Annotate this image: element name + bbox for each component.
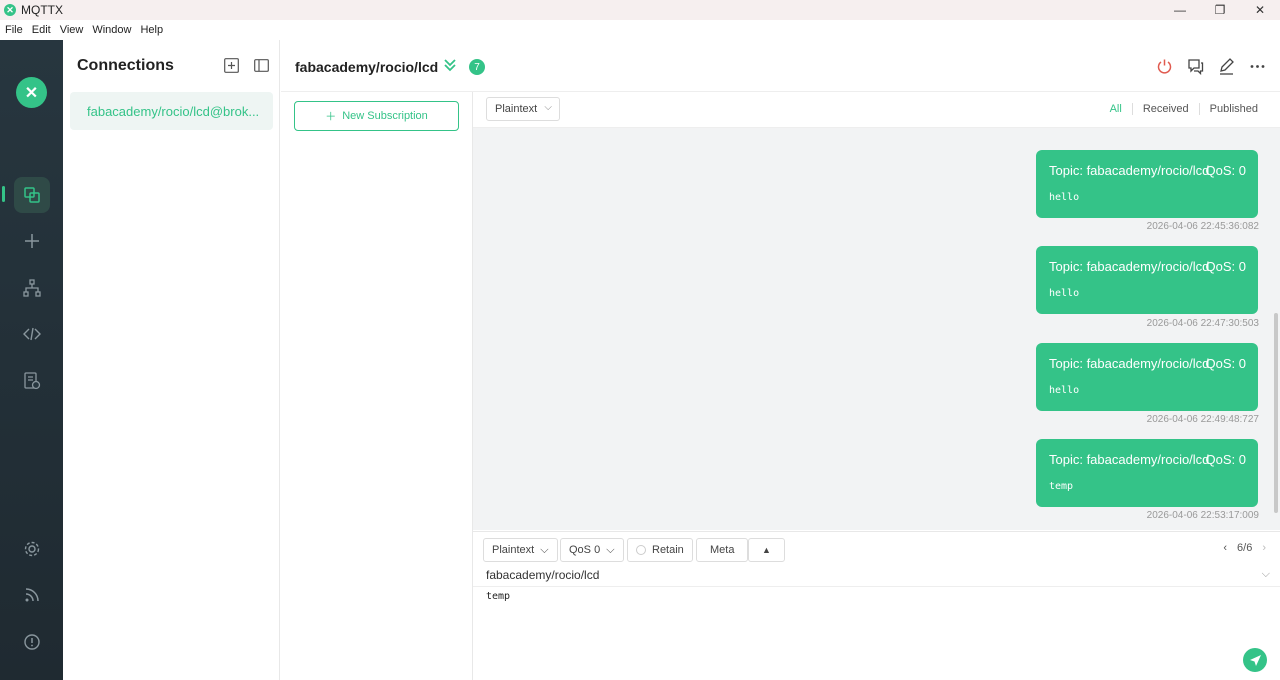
- active-indicator: [2, 186, 5, 202]
- message-filters: All Received Published: [1100, 103, 1268, 115]
- message-bubble[interactable]: Topic: fabacademy/rocio/lcd QoS: 0 hello: [1036, 246, 1258, 314]
- scrollbar[interactable]: [1274, 313, 1278, 513]
- menu-help[interactable]: Help: [140, 24, 163, 36]
- filter-all[interactable]: All: [1100, 103, 1132, 115]
- new-connection-icon[interactable]: [223, 57, 239, 73]
- message-time: 2026-04-06 22:49:48:727: [1146, 414, 1259, 425]
- window-title: MQTTX: [21, 3, 63, 17]
- add-icon[interactable]: [14, 223, 50, 259]
- message-qos: QoS: 0: [1205, 163, 1246, 178]
- message-qos: QoS: 0: [1205, 259, 1246, 274]
- retain-radio-icon: [636, 545, 646, 555]
- send-button[interactable]: [1243, 648, 1267, 672]
- message-bubble[interactable]: Topic: fabacademy/rocio/lcd QoS: 0 hello: [1036, 343, 1258, 411]
- chevron-down-icon[interactable]: ⌵: [1262, 568, 1270, 581]
- message-payload: hello: [1049, 385, 1080, 396]
- connections-icon[interactable]: [14, 177, 50, 213]
- close-button[interactable]: ✕: [1240, 0, 1280, 20]
- collapse-chevron-icon[interactable]: [443, 57, 457, 73]
- menu-view[interactable]: View: [60, 24, 84, 36]
- menu-edit[interactable]: Edit: [32, 24, 51, 36]
- toggle-panel-icon[interactable]: [253, 57, 269, 73]
- meta-button[interactable]: Meta: [696, 538, 749, 562]
- message-topic: Topic: fabacademy/rocio/lcd: [1049, 259, 1210, 274]
- message-topic: Topic: fabacademy/rocio/lcd: [1049, 163, 1210, 178]
- title-bar: ✕ MQTTX — ❐ ✕: [0, 0, 1280, 20]
- payload-format-select[interactable]: Plaintext ⌵: [486, 97, 560, 121]
- connections-panel: Connections fabacademy/rocio/lcd@brok...: [63, 40, 280, 680]
- message-bubble[interactable]: Topic: fabacademy/rocio/lcd QoS: 0 hello: [1036, 150, 1258, 218]
- message-payload: hello: [1049, 288, 1080, 299]
- minimize-button[interactable]: —: [1160, 0, 1200, 20]
- chevron-down-icon: ⌵: [606, 543, 615, 556]
- retain-label: Retain: [652, 544, 684, 556]
- message-payload: hello: [1049, 192, 1080, 203]
- log-icon[interactable]: [14, 363, 50, 399]
- publish-payload-editor[interactable]: temp: [473, 588, 1280, 680]
- topology-icon[interactable]: [14, 270, 50, 306]
- expand-button[interactable]: ▲: [748, 538, 785, 562]
- edit-icon[interactable]: [1217, 57, 1235, 75]
- window-controls: — ❐ ✕: [1160, 0, 1280, 20]
- message-time: 2026-04-06 22:47:30:503: [1146, 318, 1259, 329]
- publish-topic-input[interactable]: fabacademy/rocio/lcd ⌵: [473, 565, 1280, 587]
- settings-icon[interactable]: [14, 531, 50, 567]
- history-pager: ‹ 6/6 ›: [1223, 542, 1266, 554]
- publish-payload-value: temp: [486, 591, 511, 602]
- pager-value: 6/6: [1237, 542, 1253, 554]
- header-actions: [1155, 57, 1266, 75]
- meta-label: Meta: [710, 544, 735, 556]
- publish-format-value: Plaintext: [492, 544, 535, 556]
- disconnect-icon[interactable]: [1155, 57, 1173, 75]
- publish-topic-value: fabacademy/rocio/lcd: [486, 568, 600, 582]
- brand-logo-icon: ✕: [16, 77, 47, 108]
- nav-sidebar: ✕: [0, 40, 63, 680]
- format-value: Plaintext: [495, 103, 538, 115]
- caret-up-icon: ▲: [762, 545, 771, 555]
- publish-toolbar: Plaintext ⌵ QoS 0 ⌵ Retain Meta ▲ ‹ 6/6 …: [473, 531, 1280, 565]
- message-topic: Topic: fabacademy/rocio/lcd: [1049, 452, 1210, 467]
- filter-received[interactable]: Received: [1131, 103, 1199, 115]
- publish-qos-value: QoS 0: [569, 544, 601, 556]
- connections-actions: [223, 57, 269, 73]
- next-icon[interactable]: ›: [1262, 542, 1266, 554]
- connection-title: fabacademy/rocio/lcd: [295, 59, 439, 75]
- publish-format-select[interactable]: Plaintext ⌵: [483, 538, 558, 562]
- new-subscription-button[interactable]: ＋ New Subscription: [294, 101, 459, 131]
- new-window-icon[interactable]: [1186, 57, 1204, 75]
- message-qos: QoS: 0: [1205, 452, 1246, 467]
- message-list[interactable]: Topic: fabacademy/rocio/lcd QoS: 0 hello…: [473, 128, 1280, 530]
- connection-item[interactable]: fabacademy/rocio/lcd@brok...: [70, 92, 273, 130]
- message-toolbar: Plaintext ⌵ All Received Published: [473, 92, 1280, 128]
- retain-toggle[interactable]: Retain: [627, 538, 693, 562]
- menu-window[interactable]: Window: [92, 24, 131, 36]
- message-bubble[interactable]: Topic: fabacademy/rocio/lcd QoS: 0 temp: [1036, 439, 1258, 507]
- more-icon[interactable]: [1248, 57, 1266, 75]
- app-logo-icon: ✕: [4, 4, 16, 16]
- main-header: fabacademy/rocio/lcd 7: [281, 40, 1280, 92]
- menu-file[interactable]: File: [5, 24, 23, 36]
- message-time: 2026-04-06 22:53:17:009: [1146, 510, 1259, 521]
- new-subscription-label: New Subscription: [342, 110, 428, 122]
- plus-icon: ＋: [325, 111, 337, 123]
- message-topic: Topic: fabacademy/rocio/lcd: [1049, 356, 1210, 371]
- script-icon[interactable]: [14, 316, 50, 352]
- message-payload: temp: [1049, 481, 1074, 492]
- about-icon[interactable]: [14, 624, 50, 660]
- connection-item-label: fabacademy/rocio/lcd@brok...: [87, 103, 260, 119]
- filter-published[interactable]: Published: [1198, 103, 1268, 115]
- prev-icon[interactable]: ‹: [1223, 542, 1227, 554]
- message-time: 2026-04-06 22:45:36:082: [1146, 221, 1259, 232]
- feed-icon[interactable]: [14, 577, 50, 613]
- connections-title: Connections: [77, 57, 174, 74]
- message-qos: QoS: 0: [1205, 356, 1246, 371]
- maximize-button[interactable]: ❐: [1200, 0, 1240, 20]
- publish-qos-select[interactable]: QoS 0 ⌵: [560, 538, 624, 562]
- menu-bar: File Edit View Window Help: [0, 20, 1280, 40]
- message-count-badge: 7: [469, 59, 485, 75]
- chevron-down-icon: ⌵: [544, 102, 552, 113]
- chevron-down-icon: ⌵: [540, 543, 549, 556]
- send-icon: [1249, 654, 1261, 666]
- subscriptions-panel: ＋ New Subscription: [281, 92, 473, 680]
